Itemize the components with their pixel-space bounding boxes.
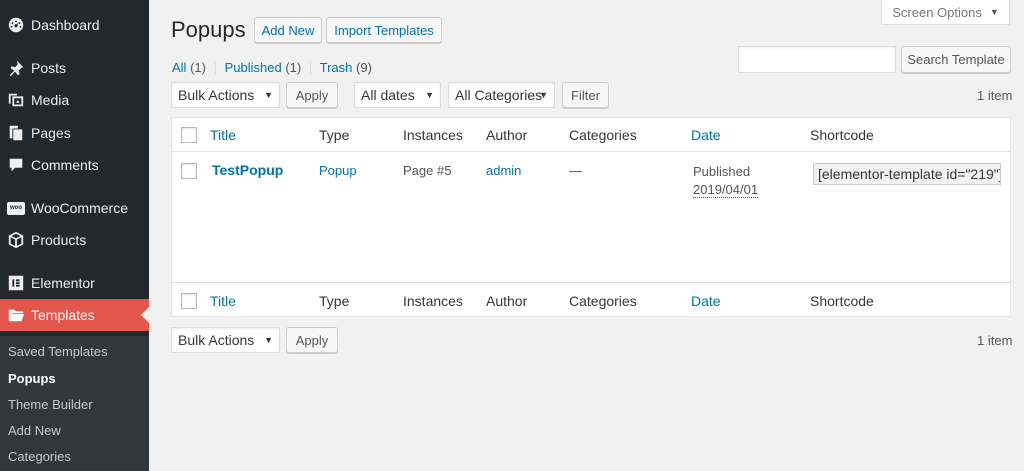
- bulk-actions-value: Bulk Actions: [178, 87, 255, 103]
- column-author-footer: Author: [486, 293, 528, 309]
- column-shortcode-header: Shortcode: [810, 127, 874, 143]
- sidebar-item-label: Posts: [31, 60, 67, 76]
- import-templates-button[interactable]: Import Templates: [326, 17, 442, 43]
- categories-select[interactable]: All Categories ▼: [448, 82, 555, 108]
- elementor-icon: [6, 273, 26, 293]
- sidebar-item-comments[interactable]: Comments: [0, 150, 149, 180]
- box-icon: [6, 230, 26, 250]
- sidebar-item-label: Templates: [31, 307, 95, 323]
- categories-value: All Categories: [455, 87, 543, 103]
- screen-options-label: Screen Options: [892, 4, 982, 20]
- page-title: Popups: [171, 17, 246, 42]
- bulk-actions-value: Bulk Actions: [178, 332, 255, 348]
- comment-icon: [6, 155, 26, 175]
- sidebar-item-label: Pages: [31, 125, 71, 141]
- templates-table: Title Type Instances Author Categories D…: [171, 117, 1011, 317]
- sidebar-item-elementor[interactable]: Elementor: [0, 268, 149, 298]
- column-instances-header: Instances: [403, 127, 463, 143]
- sidebar-item-label: WooCommerce: [31, 200, 128, 216]
- admin-sidebar: Dashboard Posts Media Pages Comments woo…: [0, 0, 149, 471]
- dashboard-icon: [6, 15, 26, 35]
- sidebar-item-label: Dashboard: [31, 17, 100, 33]
- row-date: Published 2019/04/01: [693, 163, 759, 199]
- apply-button-bottom[interactable]: Apply: [286, 327, 338, 353]
- apply-button[interactable]: Apply: [286, 82, 338, 108]
- items-count: 1 item: [977, 88, 1013, 103]
- column-shortcode-footer: Shortcode: [810, 293, 874, 309]
- row-date-status: Published: [693, 164, 751, 179]
- row-instances: Page #5: [403, 163, 452, 178]
- sidebar-item-templates[interactable]: Templates: [0, 299, 149, 331]
- submenu-add-new[interactable]: Add New: [8, 423, 61, 438]
- shortcode-field[interactable]: [elementor-template id="219"]: [813, 163, 1001, 185]
- sidebar-item-media[interactable]: Media: [0, 85, 149, 115]
- sidebar-item-products[interactable]: Products: [0, 225, 149, 255]
- media-icon: [6, 90, 26, 110]
- view-trash-count: (9): [356, 60, 372, 75]
- row-title-link[interactable]: TestPopup: [212, 162, 283, 178]
- woocommerce-icon: woo: [6, 198, 26, 218]
- add-new-button[interactable]: Add New: [254, 17, 322, 43]
- view-published-count: (1): [285, 60, 302, 75]
- view-trash-link[interactable]: Trash: [320, 60, 353, 75]
- bulk-actions-select-bottom[interactable]: Bulk Actions ▼: [171, 327, 280, 353]
- row-type-link[interactable]: Popup: [319, 163, 357, 178]
- view-published-link[interactable]: Published: [225, 60, 282, 75]
- column-date-footer[interactable]: Date: [691, 293, 721, 309]
- screen-options-button[interactable]: Screen Options ▼: [881, 0, 1010, 25]
- select-all-checkbox[interactable]: [181, 127, 197, 143]
- column-categories-footer: Categories: [569, 293, 637, 309]
- row-author-link[interactable]: admin: [486, 163, 521, 178]
- column-categories-header: Categories: [569, 127, 637, 143]
- sidebar-item-woocommerce[interactable]: woo WooCommerce: [0, 193, 149, 223]
- column-author-header: Author: [486, 127, 528, 143]
- submenu-saved-templates[interactable]: Saved Templates: [8, 344, 108, 359]
- sidebar-item-dashboard[interactable]: Dashboard: [0, 10, 149, 40]
- pin-icon: [6, 58, 26, 78]
- view-all-link[interactable]: All: [172, 60, 186, 75]
- view-filters: All (1) | Published (1) | Trash (9): [172, 60, 372, 75]
- caret-down-icon: ▼: [539, 90, 548, 100]
- dates-value: All dates: [361, 87, 415, 103]
- row-checkbox[interactable]: [181, 163, 197, 179]
- caret-down-icon: ▼: [264, 90, 273, 100]
- sidebar-item-posts[interactable]: Posts: [0, 53, 149, 83]
- column-instances-footer: Instances: [403, 293, 463, 309]
- items-count-bottom: 1 item: [977, 333, 1013, 348]
- sidebar-item-pages[interactable]: Pages: [0, 118, 149, 148]
- folder-icon: [6, 305, 26, 325]
- sidebar-item-label: Elementor: [31, 275, 95, 291]
- row-date-value: 2019/04/01: [693, 182, 759, 198]
- caret-down-icon: ▼: [264, 335, 273, 345]
- search-template-button[interactable]: Search Template: [901, 46, 1011, 73]
- sidebar-item-label: Products: [31, 232, 87, 248]
- row-categories: —: [569, 163, 582, 178]
- bulk-actions-select[interactable]: Bulk Actions ▼: [171, 82, 280, 108]
- column-title-footer[interactable]: Title: [210, 293, 236, 309]
- submenu-popups[interactable]: Popups: [8, 371, 56, 386]
- submenu-categories[interactable]: Categories: [8, 449, 71, 464]
- sidebar-item-label: Comments: [31, 157, 99, 173]
- column-title-header[interactable]: Title: [210, 127, 236, 143]
- caret-down-icon: ▼: [425, 90, 434, 100]
- templates-submenu: Saved Templates Popups Theme Builder Add…: [0, 336, 149, 471]
- caret-down-icon: ▼: [989, 7, 999, 17]
- column-type-footer: Type: [319, 293, 350, 309]
- select-all-checkbox-footer[interactable]: [181, 293, 197, 309]
- filter-button[interactable]: Filter: [562, 82, 609, 108]
- dates-select[interactable]: All dates ▼: [354, 82, 441, 108]
- pages-icon: [6, 123, 26, 143]
- sidebar-item-label: Media: [31, 92, 70, 108]
- view-all-count: (1): [190, 60, 206, 75]
- column-date-header[interactable]: Date: [691, 127, 721, 143]
- search-input[interactable]: [738, 46, 896, 73]
- submenu-theme-builder[interactable]: Theme Builder: [8, 397, 93, 412]
- column-type-header: Type: [319, 127, 350, 143]
